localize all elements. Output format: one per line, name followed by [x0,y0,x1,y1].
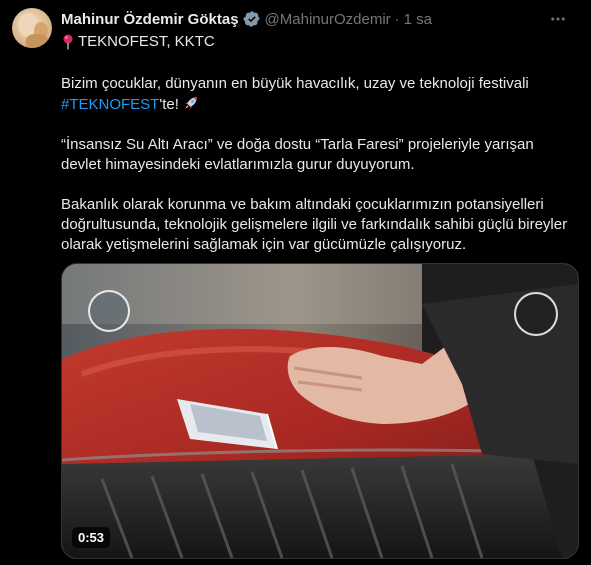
avatar[interactable] [12,8,52,48]
author-handle[interactable]: @MahinurOzdemir [265,11,391,28]
video-frame [62,264,578,558]
more-icon[interactable] [547,8,569,30]
verified-badge-icon [243,11,260,27]
paragraph-3: Bakanlık olarak korunma ve bakım altında… [61,196,568,253]
tweet-text: Bizim çocuklar, dünyanın en büyük havacı… [61,74,571,275]
hashtag-link[interactable]: #TEKNOFEST [61,96,159,113]
tweet-header: Mahinur Özdemir Göktaş @MahinurOzdemir ·… [61,8,579,30]
ministry-logo-icon [88,290,130,332]
location-text: TEKNOFEST, KKTC [78,33,215,50]
video-duration: 0:53 [72,527,111,548]
paragraph-2: “İnsansız Su Altı Aracı” ve doğa dostu “… [61,136,534,173]
video-player[interactable]: 0:53 [61,263,579,559]
tweet: Mahinur Özdemir Göktaş @MahinurOzdemir ·… [0,0,591,565]
timestamp[interactable]: 1 sa [404,11,432,28]
paragraph-1-suffix: 'te! [159,96,179,113]
paragraph-1: Bizim çocuklar, dünyanın en büyük havacı… [61,74,571,115]
paragraph-1-text: Bizim çocuklar, dünyanın en büyük havacı… [61,75,529,92]
pin-icon [63,34,73,50]
emblem-logo-icon [514,292,558,336]
location-line: TEKNOFEST, KKTC [61,32,215,52]
author-name[interactable]: Mahinur Özdemir Göktaş [61,11,239,28]
separator: · [394,10,400,28]
rocket-icon [184,97,197,109]
